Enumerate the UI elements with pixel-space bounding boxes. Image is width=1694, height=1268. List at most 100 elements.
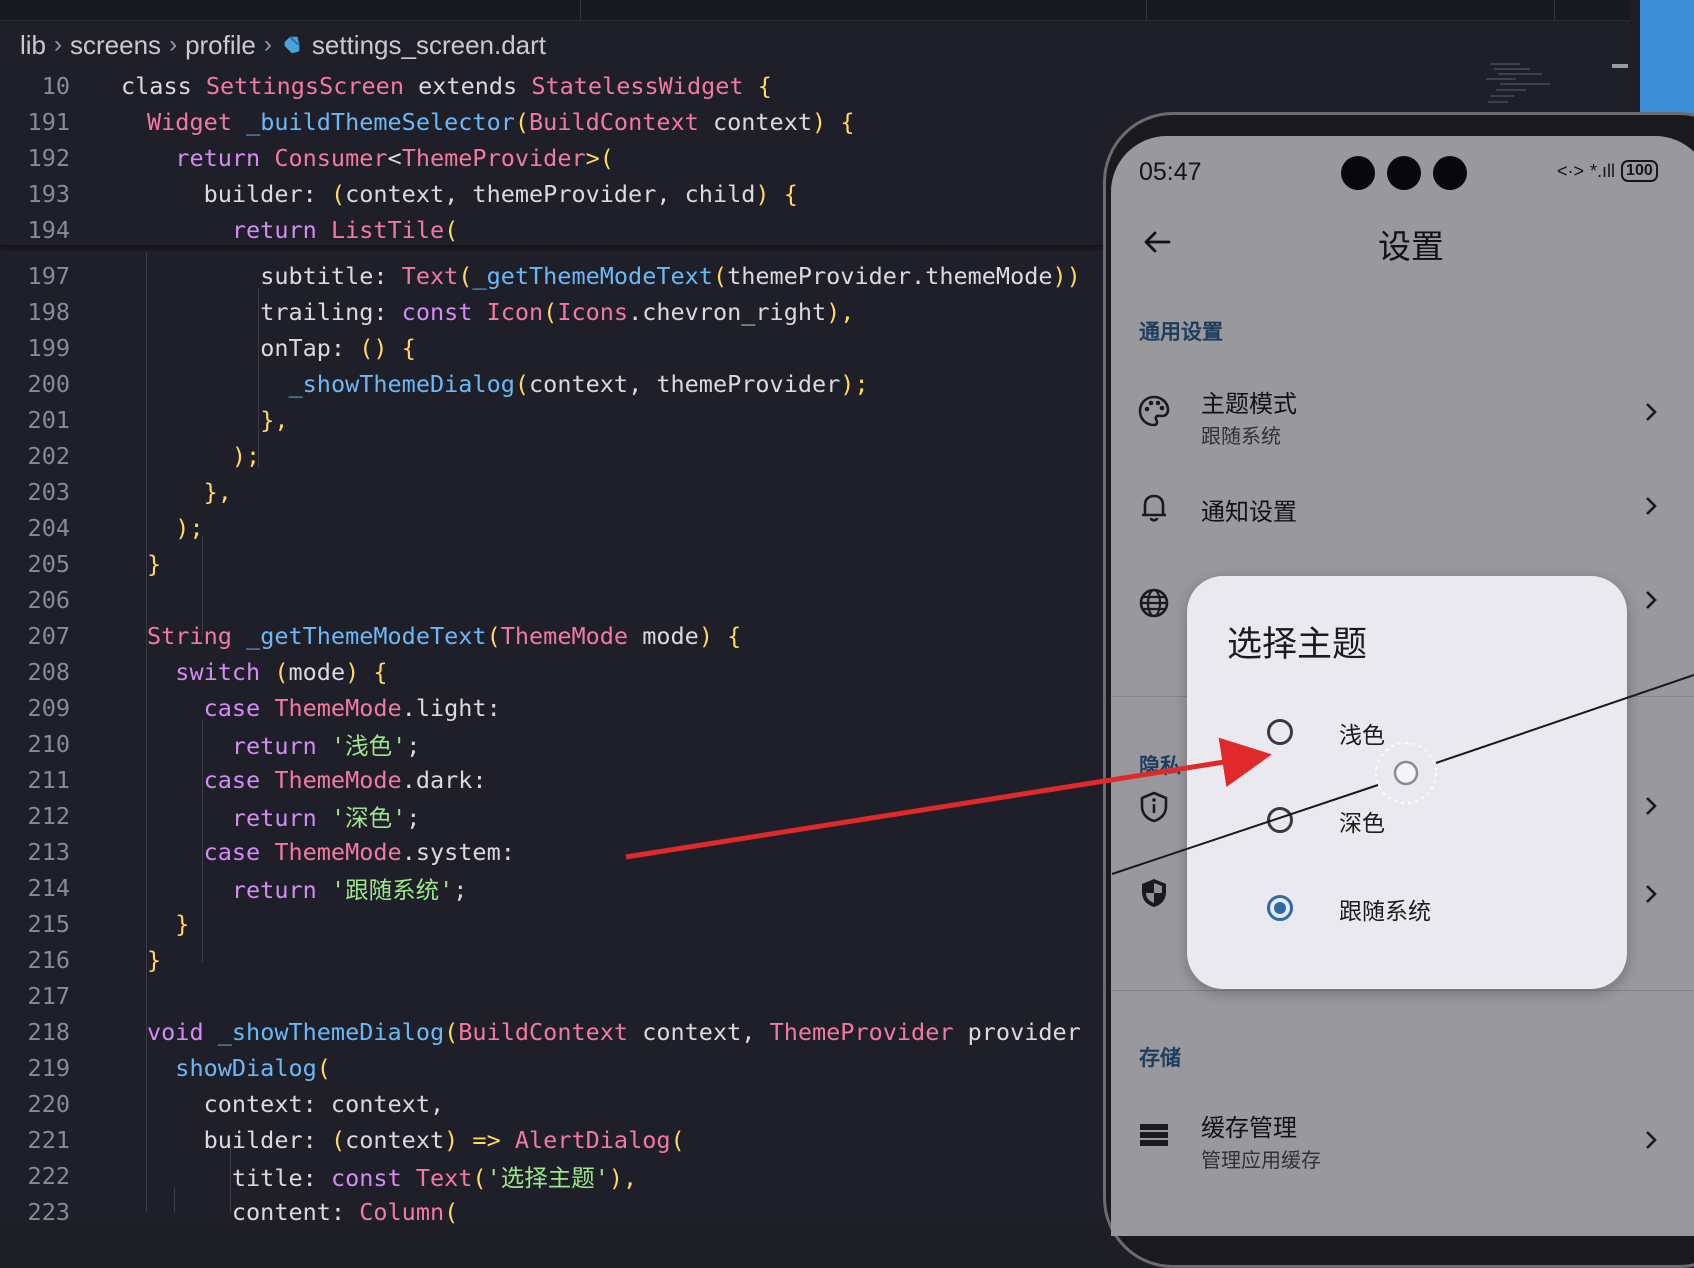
- code-line[interactable]: 192 return Consumer<ThemeProvider>(: [0, 140, 1110, 176]
- code-token: return: [231, 732, 331, 760]
- code-token: ),: [826, 298, 855, 326]
- line-number: 193: [27, 180, 70, 208]
- code-token: _showThemeDialog: [217, 1018, 445, 1046]
- code-line[interactable]: 199 onTap: () {: [0, 330, 1110, 366]
- code-text: title: const Text('选择主题'),: [232, 1159, 637, 1193]
- code-token: '跟随系统': [330, 876, 454, 904]
- code-line[interactable]: 215}: [0, 906, 1110, 942]
- code-line[interactable]: 222 title: const Text('选择主题'),: [0, 1158, 1110, 1194]
- code-line[interactable]: 205}: [0, 546, 1110, 582]
- code-token: BuildContext: [529, 108, 713, 136]
- code-token: }: [175, 910, 190, 938]
- breadcrumb-item[interactable]: screens: [70, 30, 161, 61]
- radio-dark[interactable]: [1267, 807, 1293, 833]
- code-token: ),: [608, 1164, 638, 1192]
- code-line[interactable]: 214 return '跟随系统';: [0, 870, 1110, 906]
- code-token: ThemeProvider: [769, 1018, 968, 1046]
- line-number: 204: [27, 514, 70, 542]
- scrollbar-thumb[interactable]: [1612, 64, 1628, 68]
- code-line[interactable]: 211 case ThemeMode.dark:: [0, 762, 1110, 798]
- code-token: {: [783, 180, 798, 208]
- code-token: );: [175, 514, 204, 542]
- code-token: ListTile: [330, 216, 445, 244]
- code-line[interactable]: 213 case ThemeMode.system:: [0, 834, 1110, 870]
- code-line[interactable]: 217: [0, 978, 1110, 1014]
- code-text: case ThemeMode.dark:: [204, 766, 487, 794]
- code-token: (): [359, 334, 402, 362]
- code-line[interactable]: 200 _showThemeDialog(context, themeProvid…: [0, 366, 1110, 402]
- code-line[interactable]: 223 content: Column(: [0, 1194, 1110, 1230]
- code-line[interactable]: 219 showDialog(: [0, 1050, 1110, 1086]
- code-line[interactable]: 202);: [0, 438, 1110, 474]
- code-token: mode: [288, 658, 346, 686]
- code-line[interactable]: 203},: [0, 474, 1110, 510]
- code-line[interactable]: 221 builder: (context) => AlertDialog(: [0, 1122, 1110, 1158]
- breadcrumb-item[interactable]: profile: [185, 30, 256, 61]
- code-token: {: [757, 72, 772, 100]
- code-token: return: [231, 876, 331, 904]
- line-number: 210: [27, 730, 70, 758]
- code-token: Widget: [147, 108, 247, 136]
- indent-guide: [230, 1144, 231, 1212]
- code-text: Widget _buildThemeSelector(BuildContext …: [147, 108, 854, 136]
- code-token: _buildThemeSelector: [246, 108, 515, 136]
- code-line[interactable]: 207 String _getThemeModeText(ThemeMode mo…: [0, 618, 1110, 654]
- code-token: switch: [175, 658, 275, 686]
- code-line[interactable]: 191 Widget _buildThemeSelector(BuildConte…: [0, 104, 1110, 140]
- code-token: mode: [642, 622, 699, 650]
- line-number: 212: [27, 802, 70, 830]
- breadcrumb-item[interactable]: lib: [20, 30, 46, 61]
- editor-tab[interactable]: [1146, 0, 1555, 20]
- editor-tab[interactable]: [0, 0, 581, 20]
- radio-system[interactable]: [1267, 895, 1293, 921]
- code-token: '浅色': [330, 732, 407, 760]
- code-text: class SettingsScreen extends StatelessWi…: [121, 72, 772, 100]
- code-line[interactable]: 209 case ThemeMode.light:: [0, 690, 1110, 726]
- line-number: 205: [27, 550, 70, 578]
- editor-tab[interactable]: [580, 0, 1147, 20]
- line-number: 220: [27, 1090, 70, 1118]
- code-line[interactable]: 194 return ListTile(: [0, 212, 1110, 248]
- code-line[interactable]: 10 class SettingsScreen extends Stateless…: [0, 68, 1110, 104]
- sticky-scroll-divider: [0, 245, 1110, 247]
- line-number: 207: [27, 622, 70, 650]
- breadcrumb-separator: ›: [54, 31, 63, 58]
- indent-guide: [202, 720, 203, 962]
- code-token: Icon: [486, 298, 544, 326]
- code-text: trailing: const Icon(Icons.chevron_right…: [260, 298, 854, 326]
- radio-light[interactable]: [1267, 719, 1293, 745]
- code-line[interactable]: 204);: [0, 510, 1110, 546]
- code-token: .light:: [401, 694, 501, 722]
- breadcrumb-file[interactable]: settings_screen.dart: [312, 30, 546, 61]
- code-token: _showThemeDialog: [288, 370, 515, 398]
- code-line[interactable]: 212 return '深色';: [0, 798, 1110, 834]
- code-line[interactable]: 218 void _showThemeDialog(BuildContext co…: [0, 1014, 1110, 1050]
- code-line[interactable]: 206: [0, 582, 1110, 618]
- code-line[interactable]: 210 return '浅色';: [0, 726, 1110, 762]
- code-token: },: [260, 406, 289, 434]
- indent-guide: [146, 252, 147, 1212]
- code-line[interactable]: 198 trailing: const Icon(Icons.chevron_ri…: [0, 294, 1110, 330]
- code-text: String _getThemeModeText(ThemeMode mode)…: [147, 622, 741, 650]
- line-number: 217: [27, 982, 70, 1010]
- code-text: case ThemeMode.light:: [204, 694, 501, 722]
- code-line[interactable]: 216}: [0, 942, 1110, 978]
- code-line[interactable]: 201},: [0, 402, 1110, 438]
- code-token: builder:: [203, 1126, 331, 1154]
- code-token: );: [231, 442, 261, 470]
- code-line[interactable]: 193 builder: (context, themeProvider, chi…: [0, 176, 1110, 212]
- code-token: (: [274, 658, 289, 686]
- minimap[interactable]: [1460, 60, 1570, 120]
- code-text: }: [147, 946, 161, 974]
- code-token: (: [486, 622, 501, 650]
- code-text: builder: (context, themeProvider, child)…: [204, 180, 798, 208]
- code-line[interactable]: 197 subtitle: Text(_getThemeModeText(them…: [0, 258, 1110, 294]
- code-token: context: context,: [203, 1090, 445, 1118]
- code-text: return ListTile(: [232, 216, 458, 244]
- code-text: }: [175, 910, 189, 938]
- code-line[interactable]: 208 switch (mode) {: [0, 654, 1110, 690]
- editor-tab-bar[interactable]: [0, 0, 1630, 21]
- code-line[interactable]: 220 context: context,: [0, 1086, 1110, 1122]
- line-number: 200: [27, 370, 70, 398]
- breadcrumb: lib › screens › profile › settings_scree…: [20, 28, 546, 62]
